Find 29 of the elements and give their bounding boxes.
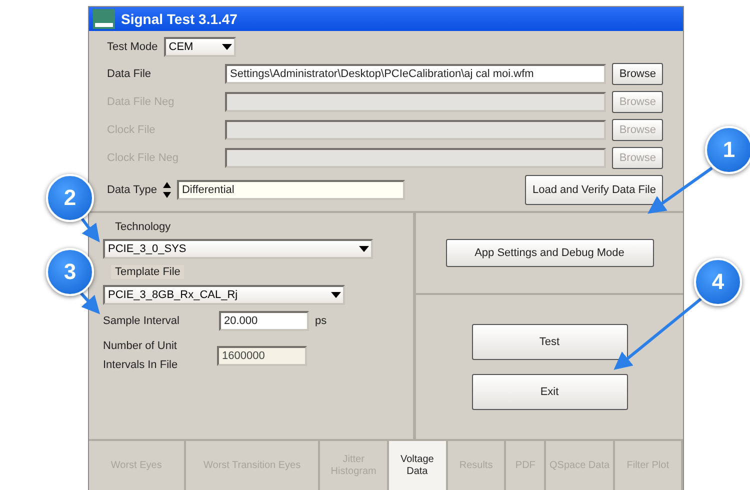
callout-number: 2 <box>46 174 94 222</box>
sample-interval-field[interactable]: 20.000 <box>219 311 309 331</box>
test-mode-label: Test Mode <box>107 41 158 53</box>
unit-label: ps <box>315 315 327 327</box>
data-type-field[interactable]: Differential <box>176 180 405 200</box>
callout-number: 3 <box>46 248 94 296</box>
unit-intervals-field: 1600000 <box>217 346 307 366</box>
data-type-label: Data Type <box>107 184 157 196</box>
unit-intervals-label: Number of Unit Intervals In File <box>103 339 179 373</box>
app-icon <box>93 9 115 29</box>
template-file-dropdown[interactable]: PCIE_3_8GB_Rx_CAL_Rj <box>103 285 345 305</box>
callout-number: 4 <box>694 258 742 306</box>
sample-interval-label: Sample Interval <box>103 315 180 327</box>
test-mode-dropdown[interactable]: CEM <box>164 37 236 57</box>
exit-button[interactable]: Exit <box>472 374 628 410</box>
file-path-field[interactable]: Settings\Administrator\Desktop\PCIeCalibration\aj cal moi.wfm <box>225 64 606 84</box>
technology-label: Technology <box>115 221 172 233</box>
callout-arrow <box>78 291 100 314</box>
spinner-icon[interactable] <box>162 181 171 199</box>
template-file-label: Template File <box>111 265 184 279</box>
load-verify-button[interactable]: Load and Verify Data File <box>525 175 663 205</box>
file-label: Data File <box>107 68 152 80</box>
test-button[interactable]: Test <box>472 324 628 360</box>
window-title: Signal Test 3.1.47 <box>121 11 238 27</box>
technology-dropdown[interactable]: PCIE_3_0_SYS <box>103 239 373 259</box>
tab[interactable]: Voltage Data <box>388 441 448 490</box>
settings-button[interactable]: App Settings and Debug Mode <box>446 239 654 267</box>
browse-button[interactable]: Browse <box>612 63 663 85</box>
callout-number: 1 <box>705 126 750 174</box>
